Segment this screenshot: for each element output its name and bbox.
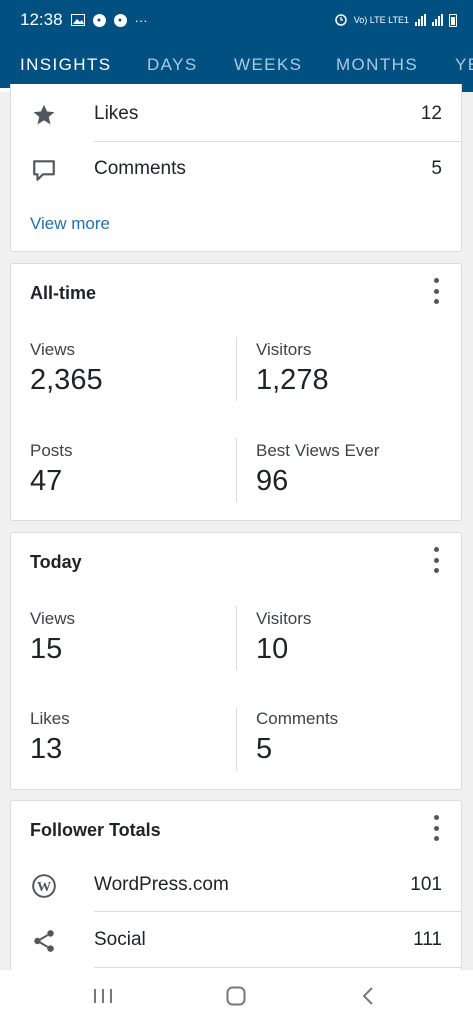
stat-label: Views: [30, 340, 76, 359]
stat-label: Views: [30, 609, 76, 628]
today-likes-stat: Likes 13: [30, 709, 70, 766]
stat-value: 96: [256, 465, 289, 497]
stat-value: 5: [256, 733, 273, 765]
follower-source-label: Social: [94, 929, 146, 950]
stat-value: 1,278: [256, 364, 329, 396]
stat-value: 15: [30, 633, 63, 665]
comments-row: Comments 5: [11, 142, 461, 197]
alarm-icon: [334, 12, 348, 28]
likes-row: Likes 12: [11, 87, 461, 142]
followers-more-icon[interactable]: [429, 815, 443, 841]
system-nav-bar: [0, 970, 473, 1024]
today-views-stat: Views 15: [30, 609, 75, 666]
stat-divider: [236, 606, 237, 670]
recent-apps-icon[interactable]: [92, 986, 114, 1011]
stat-label: Visitors: [256, 609, 312, 628]
stat-label: Visitors: [256, 340, 312, 359]
all-time-posts-stat: Posts 47: [30, 441, 73, 498]
view-more-link[interactable]: View more: [30, 214, 110, 234]
battery-icon: [449, 13, 457, 27]
star-icon: [31, 102, 57, 128]
follower-totals-title: Follower Totals: [30, 820, 161, 840]
row-divider: [94, 967, 461, 968]
comment-icon: [31, 157, 57, 183]
stat-value: 13: [30, 733, 63, 765]
stat-label: Comments: [256, 709, 339, 728]
follower-count: 111: [413, 929, 442, 950]
stat-value: 47: [30, 465, 63, 497]
stat-divider: [236, 438, 237, 502]
stat-divider: [236, 337, 237, 401]
today-card: Today Views 15 Visitors 10 Likes 13 Comm…: [10, 532, 462, 790]
more-notifications-icon: ···: [134, 12, 148, 28]
stat-label: Posts: [30, 441, 73, 460]
svg-text:W: W: [37, 879, 51, 895]
follower-row-social: Social 111: [11, 913, 461, 968]
stat-value: 2,365: [30, 364, 103, 396]
network-label: Vo) LTE LTE1: [353, 15, 409, 25]
stat-divider: [236, 707, 237, 771]
stat-label: Likes: [30, 709, 70, 728]
likes-value: 12: [420, 103, 442, 124]
stat-label: Best Views Ever: [256, 441, 380, 460]
follower-source-label: WordPress.com: [94, 874, 229, 895]
status-bar: 12:38 ● ● ··· Vo) LTE LTE1: [0, 0, 473, 40]
follower-totals-card: Follower Totals W WordPress.com 101 Soci…: [10, 800, 462, 990]
signal-icon-2: [432, 14, 443, 26]
today-more-icon[interactable]: [429, 547, 443, 573]
all-time-more-icon[interactable]: [429, 278, 443, 304]
summary-card: Likes 12 Comments 5 View more: [10, 84, 462, 252]
today-title: Today: [30, 552, 82, 572]
notification-icon-2: ●: [113, 13, 127, 27]
all-time-card: All-time Views 2,365 Visitors 1,278 Post…: [10, 263, 462, 521]
gallery-icon: [70, 14, 85, 26]
all-time-title: All-time: [30, 283, 97, 303]
wordpress-icon: W: [31, 873, 57, 899]
likes-label: Likes: [94, 103, 139, 124]
notification-icon: ●: [92, 13, 106, 27]
back-icon[interactable]: [358, 986, 380, 1011]
today-visitors-stat: Visitors 10: [256, 609, 311, 666]
follower-count: 101: [410, 874, 442, 895]
signal-icon: [415, 14, 426, 26]
comments-label: Comments: [94, 158, 186, 179]
share-icon: [31, 928, 57, 954]
status-time: 12:38: [20, 10, 63, 29]
today-comments-stat: Comments 5: [256, 709, 338, 766]
follower-row-wordpress: W WordPress.com 101: [11, 858, 461, 913]
comments-value: 5: [431, 158, 442, 179]
all-time-visitors-stat: Visitors 1,278: [256, 340, 329, 397]
all-time-views-stat: Views 2,365: [30, 340, 103, 397]
row-divider: [94, 911, 461, 912]
stat-value: 10: [256, 633, 289, 665]
home-icon[interactable]: [225, 986, 247, 1011]
all-time-best-views-stat: Best Views Ever 96: [256, 441, 379, 498]
